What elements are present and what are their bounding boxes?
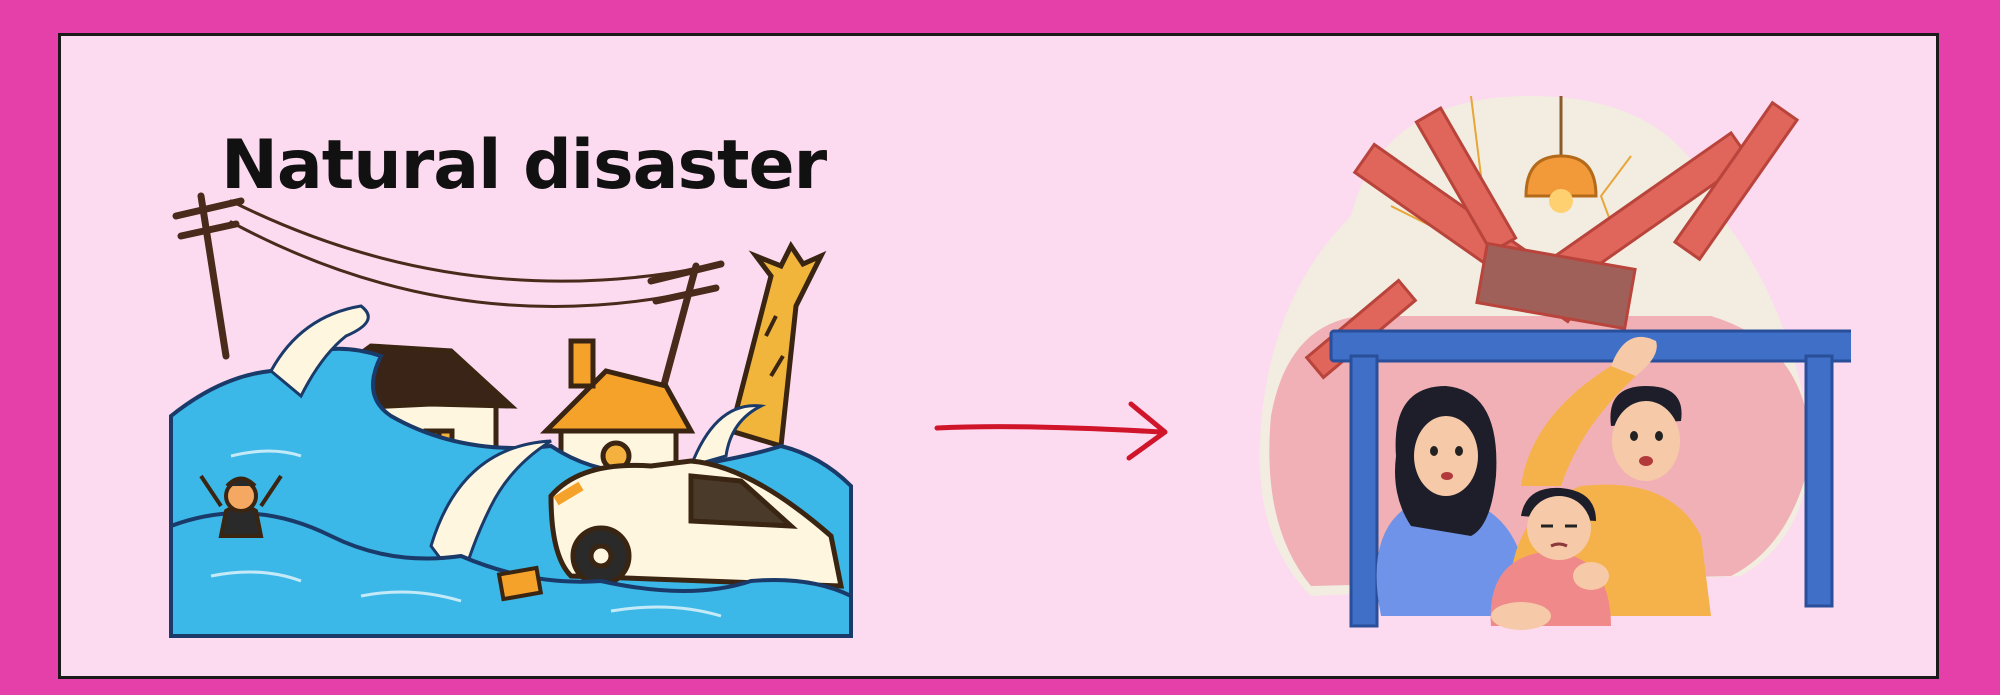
slide-panel: Natural disaster	[58, 33, 1939, 679]
arrow-right-icon	[934, 401, 1168, 461]
floating-debris-icon	[496, 565, 544, 602]
slide-title: Natural disaster	[221, 126, 827, 205]
flood-illustration	[169, 192, 853, 638]
earthquake-shelter-illustration	[1259, 95, 1851, 630]
